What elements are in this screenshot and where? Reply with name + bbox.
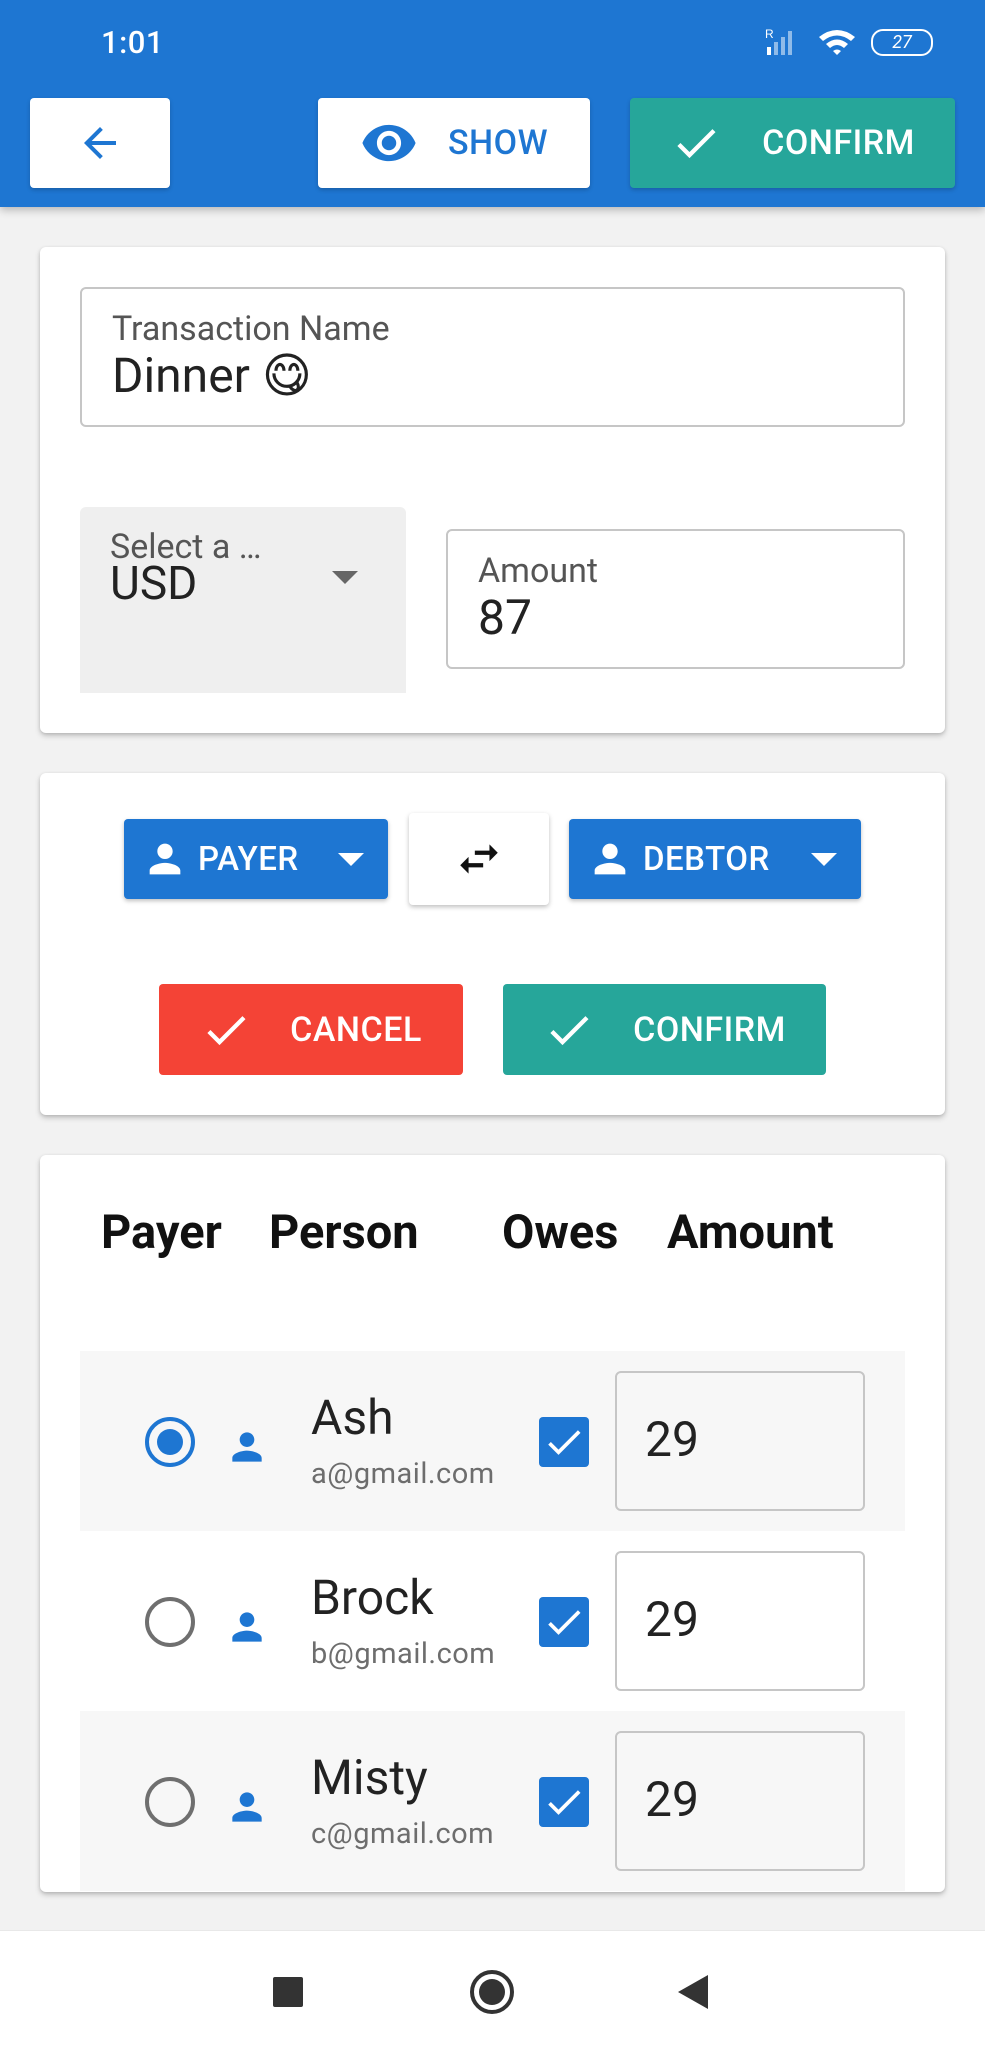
status-icons: R 27 — [763, 27, 933, 57]
person-email: a@gmail.com — [311, 1457, 495, 1491]
swap-icon — [460, 844, 498, 874]
person-name: Misty — [311, 1749, 428, 1806]
header-payer: Payer — [101, 1205, 222, 1260]
home-icon[interactable] — [469, 1969, 515, 2015]
payer-radio[interactable] — [145, 1417, 195, 1467]
debtor-label: DEBTOR — [643, 839, 770, 879]
recents-icon[interactable] — [272, 1976, 304, 2008]
amount-field[interactable]: Amount 87 — [446, 529, 905, 669]
eye-icon — [362, 124, 416, 162]
back-icon[interactable] — [677, 1974, 709, 2010]
payer-radio[interactable] — [145, 1597, 195, 1647]
battery-icon: 27 — [871, 28, 933, 56]
amount-value: 87 — [478, 589, 532, 646]
table-row: Brock b@gmail.com 29 — [80, 1531, 905, 1711]
transaction-details-card: Transaction Name Dinner 😋 Select a … USD… — [40, 247, 945, 733]
back-button[interactable] — [30, 98, 170, 188]
status-time: 1:01 — [101, 24, 165, 61]
person-icon — [594, 843, 626, 875]
owes-checkbox[interactable] — [539, 1597, 589, 1647]
check-icon — [548, 1790, 581, 1815]
actions-card: PAYER DEBTOR CANCEL CONFIRM — [40, 773, 945, 1115]
table-row: Ash a@gmail.com 29 — [80, 1351, 905, 1531]
person-icon — [232, 1612, 262, 1642]
amount-input-value: 29 — [645, 1411, 699, 1468]
payer-label: PAYER — [198, 839, 299, 879]
person-name: Brock — [311, 1569, 434, 1626]
check-icon — [548, 1430, 581, 1455]
system-nav-bar — [0, 1930, 985, 2048]
app-bar: 1:01 R 27 SHOW CONFIRM — [0, 0, 985, 207]
amount-input[interactable]: 29 — [615, 1371, 865, 1511]
table-row: Misty c@gmail.com 29 — [80, 1711, 905, 1891]
chevron-down-icon — [338, 852, 364, 866]
show-button[interactable]: SHOW — [318, 98, 590, 188]
check-icon — [677, 129, 716, 159]
confirm-label: CONFIRM — [633, 1009, 786, 1050]
person-name: Ash — [311, 1389, 394, 1446]
show-label: SHOW — [447, 123, 549, 163]
check-icon — [207, 1015, 246, 1045]
currency-value: USD — [110, 557, 198, 611]
header-amount: Amount — [667, 1205, 834, 1260]
transaction-name-value: Dinner 😋 — [112, 347, 312, 404]
header-person: Person — [269, 1205, 419, 1260]
person-icon — [232, 1432, 262, 1462]
person-email: c@gmail.com — [311, 1817, 495, 1851]
amount-input-value: 29 — [645, 1771, 699, 1828]
check-icon — [548, 1610, 581, 1635]
person-icon — [232, 1792, 262, 1822]
currency-select[interactable]: Select a … USD — [80, 507, 406, 693]
dropdown-arrow-icon — [332, 571, 358, 584]
person-email: b@gmail.com — [311, 1637, 496, 1671]
owes-checkbox[interactable] — [539, 1777, 589, 1827]
swap-button[interactable] — [409, 813, 549, 905]
chevron-down-icon — [811, 852, 837, 866]
amount-input-value: 29 — [645, 1591, 699, 1648]
debtor-dropdown-button[interactable]: DEBTOR — [569, 819, 861, 899]
amount-input[interactable]: 29 — [615, 1731, 865, 1871]
confirm-button[interactable]: CONFIRM — [503, 984, 826, 1075]
owes-checkbox[interactable] — [539, 1417, 589, 1467]
person-icon — [149, 843, 181, 875]
arrow-back-icon — [84, 127, 116, 159]
transaction-name-field[interactable]: Transaction Name Dinner 😋 — [80, 287, 905, 427]
transaction-name-label: Transaction Name — [112, 309, 390, 349]
split-table-card: Payer Person Owes Amount Ash a@gmail.com… — [40, 1155, 945, 1892]
check-icon — [550, 1015, 589, 1045]
signal-icon: R — [765, 27, 792, 55]
cancel-label: CANCEL — [290, 1009, 422, 1050]
confirm-top-button[interactable]: CONFIRM — [630, 98, 955, 188]
header-owes: Owes — [502, 1205, 619, 1260]
svg-text:R: R — [765, 27, 774, 41]
confirm-top-label: CONFIRM — [762, 123, 915, 163]
wifi-icon — [819, 30, 855, 55]
payer-radio[interactable] — [145, 1777, 195, 1827]
amount-label: Amount — [478, 551, 599, 591]
amount-input[interactable]: 29 — [615, 1551, 865, 1691]
payer-dropdown-button[interactable]: PAYER — [124, 819, 388, 899]
cancel-button[interactable]: CANCEL — [159, 984, 463, 1075]
